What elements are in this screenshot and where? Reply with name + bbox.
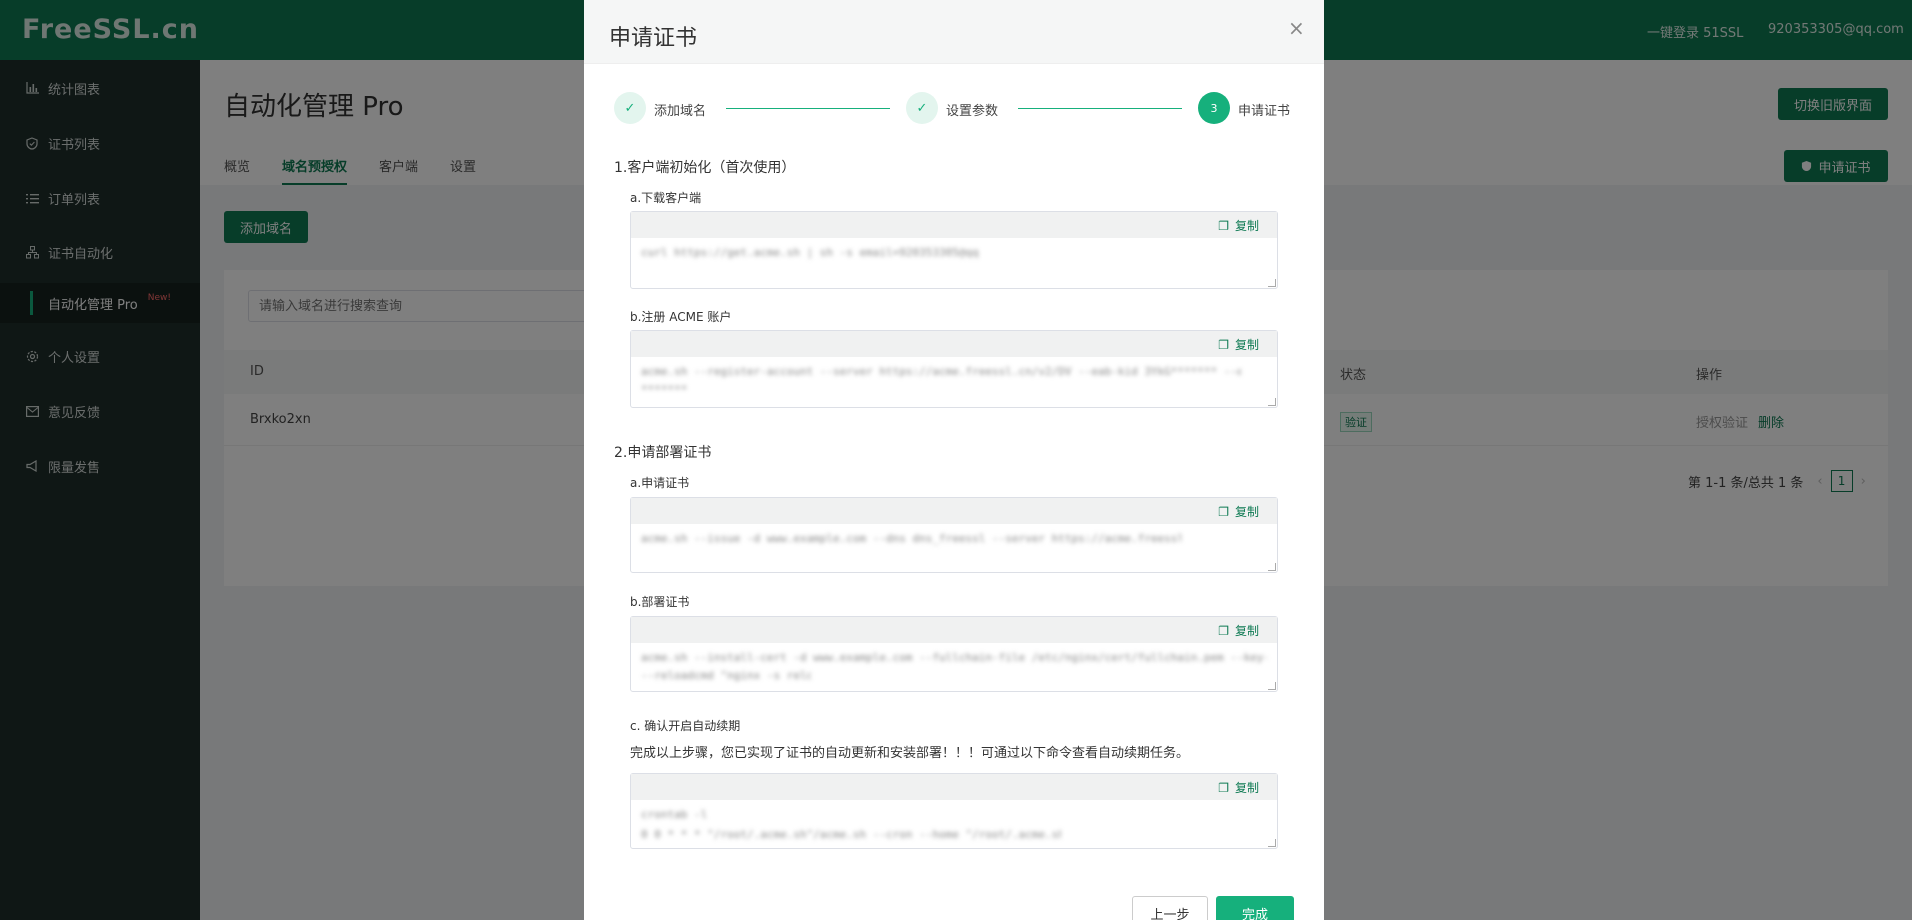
step-connector [726,108,890,109]
code-text: acme.sh --install-cert -d www.example.co… [641,651,1267,664]
prev-step-button[interactable]: 上一步 [1132,896,1208,920]
code-text: --reloadcmd "nginx -s reload" [641,669,811,682]
deploy-cert-title: b.部署证书 [630,595,690,609]
copy-button[interactable]: ❐ 复制 [1218,503,1259,520]
finish-button[interactable]: 完成 [1216,896,1294,920]
code-toolbar: ❐ 复制 [631,617,1277,643]
section-1-title: 1.客户端初始化（首次使用） [614,160,796,176]
code-toolbar: ❐ 复制 [631,498,1277,524]
resize-handle[interactable] [1268,279,1276,287]
code-text: crontab -l [641,808,708,821]
copy-icon: ❐ [1218,780,1229,795]
code-text: curl https://get.acme.sh | sh -s email=9… [641,246,981,259]
code-text: acme.sh --register-account --server http… [641,365,1241,378]
copy-label: 复制 [1234,219,1259,233]
copy-label: 复制 [1234,505,1259,519]
step-3-label: 申请证书 [1238,104,1291,119]
download-client-code[interactable]: ❐ 复制 curl https://get.acme.sh | sh -s ema… [630,211,1278,289]
register-acme-code[interactable]: ❐ 复制 acme.sh --register-account --server … [630,330,1278,408]
copy-icon: ❐ [1218,504,1229,519]
close-icon[interactable]: × [1288,16,1305,40]
copy-button[interactable]: ❐ 复制 [1218,622,1259,639]
code-text: 0 0 * * * "/root/.acme.sh"/acme.sh --cro… [641,828,1061,841]
code-toolbar: ❐ 复制 [631,212,1277,238]
resize-handle[interactable] [1268,839,1276,847]
auto-renew-code[interactable]: ❐ 复制 crontab -l 0 0 * * * "/root/.acme.sh… [630,773,1278,849]
resize-handle[interactable] [1268,563,1276,571]
resize-handle[interactable] [1268,398,1276,406]
copy-label: 复制 [1234,624,1259,638]
copy-label: 复制 [1234,338,1259,352]
step-1-check-icon: ✓ [614,92,646,124]
code-text: ******* [641,383,688,396]
step-connector [1018,108,1182,109]
register-acme-title: b.注册 ACME 账户 [630,310,732,324]
copy-button[interactable]: ❐ 复制 [1218,336,1259,353]
apply-cert-title: a.申请证书 [630,476,690,490]
apply-cert-code[interactable]: ❐ 复制 acme.sh --issue -d www.example.com -… [630,497,1278,573]
step-3-number: 3 [1198,92,1230,124]
stepper: ✓ 添加域名 ✓ 设置参数 3 申请证书 [614,92,1294,126]
copy-icon: ❐ [1218,337,1229,352]
deploy-cert-code[interactable]: ❐ 复制 acme.sh --install-cert -d www.exampl… [630,616,1278,692]
auto-renew-title: c. 确认开启自动续期 [630,719,741,733]
resize-handle[interactable] [1268,682,1276,690]
apply-cert-modal: 申请证书 × ✓ 添加域名 ✓ 设置参数 3 申请证书 1.客户端初始化（首次使… [584,0,1324,920]
code-text: acme.sh --issue -d www.example.com --dns… [641,532,1181,545]
copy-icon: ❐ [1218,218,1229,233]
step-1-label: 添加域名 [654,104,707,119]
step-2-label: 设置参数 [946,104,999,119]
copy-button[interactable]: ❐ 复制 [1218,217,1259,234]
code-toolbar: ❐ 复制 [631,774,1277,800]
code-toolbar: ❐ 复制 [631,331,1277,357]
modal-header: 申请证书 × [584,0,1324,64]
copy-label: 复制 [1234,781,1259,795]
modal-title: 申请证书 [609,26,698,51]
copy-button[interactable]: ❐ 复制 [1218,779,1259,796]
section-2-title: 2.申请部署证书 [614,445,712,461]
download-client-title: a.下载客户端 [630,191,702,205]
step-2-check-icon: ✓ [906,92,938,124]
auto-renew-note: 完成以上步骤，您已实现了证书的自动更新和安装部署！！！可通过以下命令查看自动续期… [630,746,1190,761]
copy-icon: ❐ [1218,623,1229,638]
